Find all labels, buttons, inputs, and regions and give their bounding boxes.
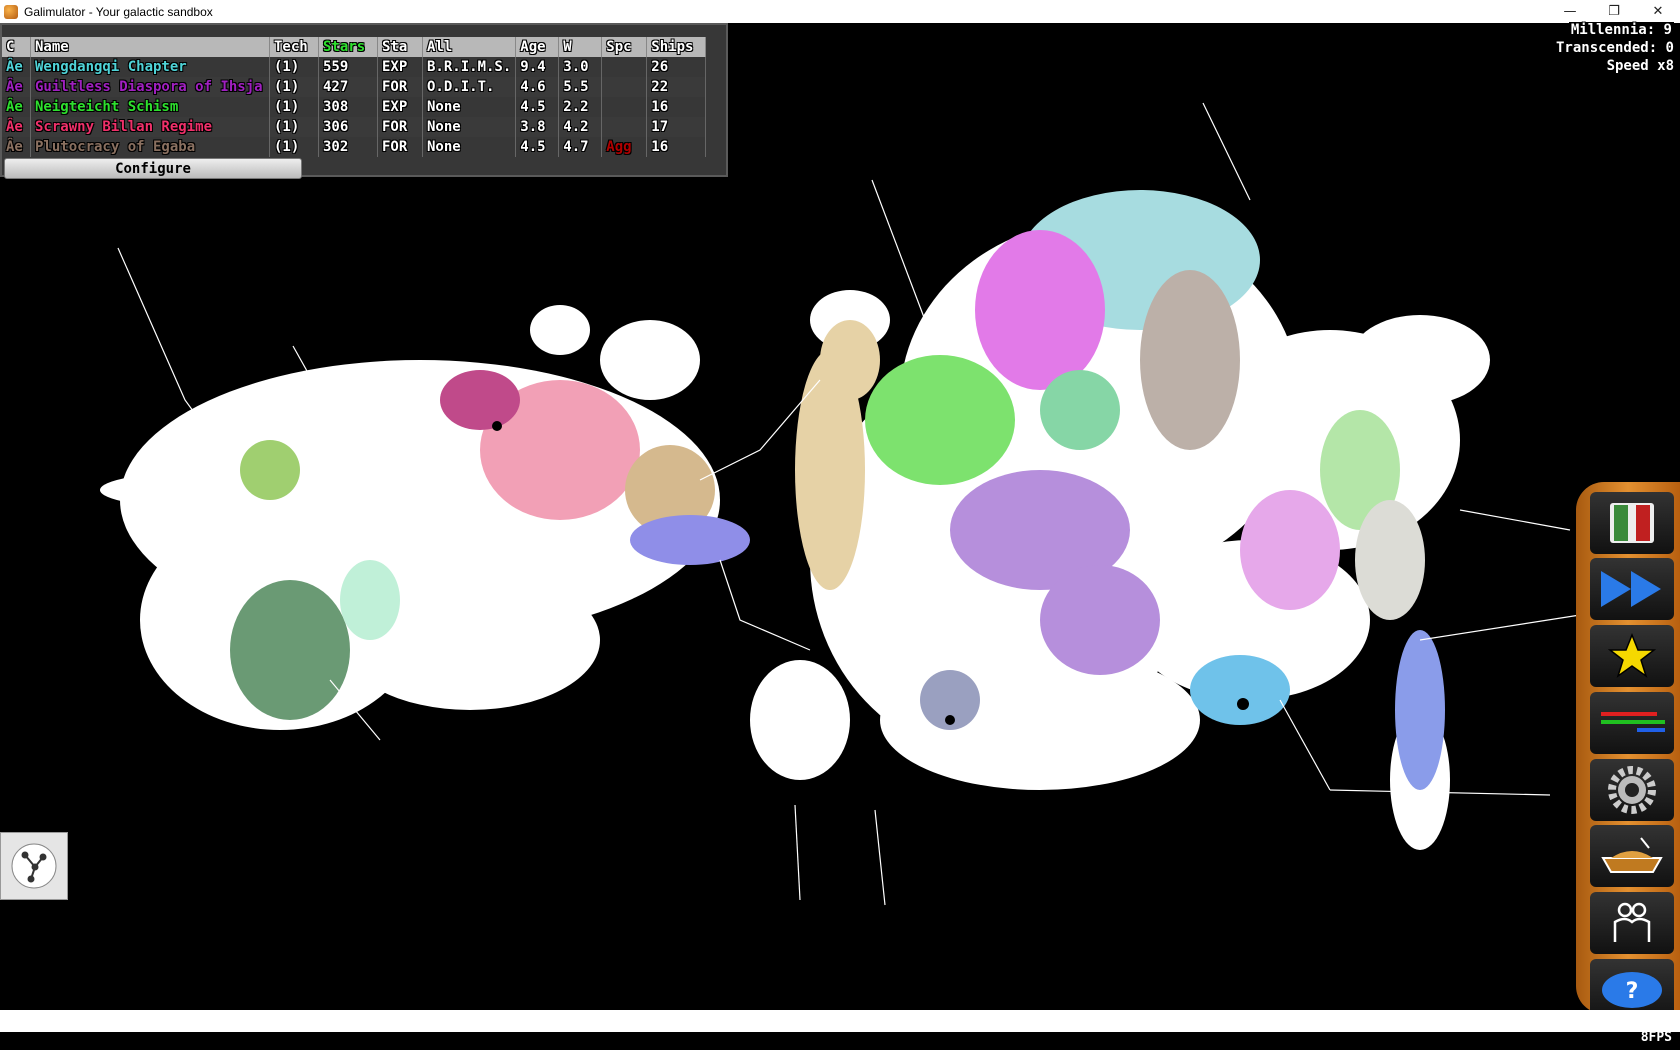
- empires-book-button[interactable]: [1590, 492, 1674, 554]
- cell-name[interactable]: Scrawny Billan Regime: [30, 117, 270, 137]
- cell-sta: FOR: [377, 117, 423, 137]
- empire-table: C Name Tech Stars Sta All Age W Spc Ship…: [2, 37, 707, 157]
- cell-ships: 16: [646, 97, 707, 117]
- restore-button[interactable]: ❐: [1592, 0, 1636, 23]
- cell-w: 5.5: [558, 77, 603, 97]
- people-button[interactable]: [1590, 892, 1674, 954]
- fast-forward-button[interactable]: [1590, 558, 1674, 620]
- cell-all: None: [422, 137, 517, 157]
- cell-sta: EXP: [377, 97, 423, 117]
- cell-all: O.D.I.T.: [422, 77, 517, 97]
- window-titlebar: Galimulator - Your galactic sandbox — ❐ …: [0, 0, 1680, 23]
- cell-spc: [601, 77, 648, 97]
- fast-forward-icon: [1601, 571, 1661, 607]
- cell-sta: FOR: [377, 137, 423, 157]
- cell-all: None: [422, 117, 517, 137]
- book-icon: [1610, 503, 1654, 543]
- disaster-button[interactable]: [1590, 825, 1674, 887]
- empire-row[interactable]: Âe Plutocracy of Egaba (1) 302 FOR None 4.5 4.7…: [2, 137, 707, 157]
- cell-ships: 16: [646, 137, 707, 157]
- cell-c: Âe: [2, 77, 31, 97]
- cell-age: 9.4: [515, 57, 560, 77]
- cell-stars: 427: [318, 77, 378, 97]
- cell-c: Âe: [2, 57, 31, 77]
- empire-row[interactable]: Âe Guiltless Diaspora of Ihsja (1) 427 FOR O.…: [2, 77, 707, 97]
- cell-spc: [601, 57, 648, 77]
- transcended-counter: Transcended: 0: [1555, 40, 1674, 56]
- cell-stars: 302: [318, 137, 378, 157]
- cell-tech: (1): [269, 137, 319, 157]
- cell-spc: [601, 97, 648, 117]
- cell-stars: 559: [318, 57, 378, 77]
- cell-name[interactable]: Neigteicht Schism: [30, 97, 270, 117]
- stats-button[interactable]: [1590, 692, 1674, 754]
- fps-counter: 8FPS: [1640, 1030, 1672, 1045]
- rubble-icon: [1601, 837, 1663, 873]
- col-spc[interactable]: Spc: [601, 37, 648, 57]
- cell-sta: EXP: [377, 57, 423, 77]
- settings-button[interactable]: [1590, 759, 1674, 821]
- cell-tech: (1): [269, 117, 319, 137]
- cell-stars: 306: [318, 117, 378, 137]
- cell-tech: (1): [269, 77, 319, 97]
- people-icon: [1613, 902, 1651, 942]
- speed-indicator: Speed x8: [1606, 58, 1674, 74]
- configure-button[interactable]: Configure: [4, 158, 302, 179]
- col-name[interactable]: Name: [30, 37, 270, 57]
- bottom-strip: [0, 1010, 1680, 1032]
- gear-icon: [1608, 766, 1656, 814]
- empire-row[interactable]: Âe Wengdangqi Chapter (1) 559 EXP B.R.I.M.S. 9…: [2, 57, 707, 77]
- star-button[interactable]: [1590, 625, 1674, 687]
- cell-stars: 308: [318, 97, 378, 117]
- graph-view-button[interactable]: [0, 832, 68, 900]
- star-icon: [1607, 633, 1657, 678]
- cell-ships: 17: [646, 117, 707, 137]
- table-header-row: C Name Tech Stars Sta All Age W Spc Ship…: [2, 37, 707, 57]
- col-tech[interactable]: Tech: [269, 37, 319, 57]
- cell-name[interactable]: Guiltless Diaspora of Ihsja: [30, 77, 270, 97]
- cell-w: 3.0: [558, 57, 603, 77]
- network-icon: [11, 843, 57, 889]
- cell-sta: FOR: [377, 77, 423, 97]
- col-age[interactable]: Age: [515, 37, 560, 57]
- cell-spc: [601, 117, 648, 137]
- cell-ships: 26: [646, 57, 707, 77]
- cell-age: 4.6: [515, 77, 560, 97]
- help-icon: ?: [1602, 972, 1662, 1008]
- cell-name[interactable]: Wengdangqi Chapter: [30, 57, 270, 77]
- col-w[interactable]: W: [558, 37, 603, 57]
- empire-panel: C Name Tech Stars Sta All Age W Spc Ship…: [0, 23, 728, 179]
- cell-tech: (1): [269, 97, 319, 117]
- cell-w: 4.2: [558, 117, 603, 137]
- cell-spc: Agg: [601, 137, 648, 157]
- cell-w: 2.2: [558, 97, 603, 117]
- col-ships[interactable]: Ships: [646, 37, 707, 57]
- empire-row[interactable]: Âe Neigteicht Schism (1) 308 EXP None 4.5 2.2 16: [2, 97, 707, 117]
- cell-ships: 22: [646, 77, 707, 97]
- window-title: Galimulator - Your galactic sandbox: [24, 4, 213, 19]
- cell-tech: (1): [269, 57, 319, 77]
- col-all[interactable]: All: [422, 37, 517, 57]
- close-button[interactable]: ✕: [1636, 0, 1680, 23]
- cell-all: B.R.I.M.S.: [422, 57, 517, 77]
- empire-row[interactable]: Âe Scrawny Billan Regime (1) 306 FOR None 3.8 4…: [2, 117, 707, 137]
- cell-all: None: [422, 97, 517, 117]
- right-toolbar: ?: [1576, 482, 1680, 1021]
- cell-age: 4.5: [515, 97, 560, 117]
- millennia-counter: Millennia: 9: [1568, 22, 1674, 38]
- cell-age: 3.8: [515, 117, 560, 137]
- cell-name[interactable]: Plutocracy of Egaba: [30, 137, 270, 157]
- col-sta[interactable]: Sta: [377, 37, 423, 57]
- svg-text:?: ?: [1626, 979, 1639, 1004]
- col-stars[interactable]: Stars: [318, 37, 378, 57]
- col-c[interactable]: C: [2, 37, 31, 57]
- minimize-button[interactable]: —: [1548, 0, 1592, 23]
- cell-c: Âe: [2, 137, 31, 157]
- cell-age: 4.5: [515, 137, 560, 157]
- cell-c: Âe: [2, 97, 31, 117]
- cell-c: Âe: [2, 117, 31, 137]
- app-icon: [4, 4, 18, 19]
- cell-w: 4.7: [558, 137, 603, 157]
- bars-icon: [1601, 712, 1665, 732]
